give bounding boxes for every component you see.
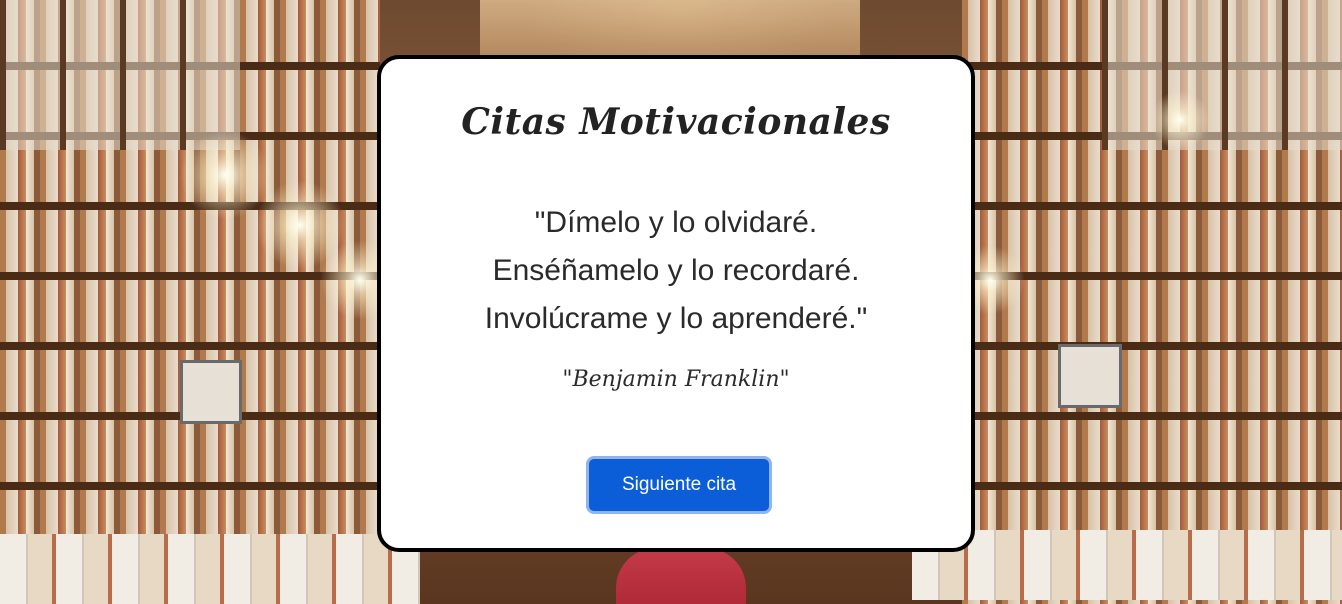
quote-line: "Dímelo y lo olvidaré. [534, 206, 818, 239]
display-sign-right [1058, 344, 1122, 408]
book-table-right [912, 530, 1342, 600]
quote-card: Citas Motivacionales "Dímelo y lo olvida… [377, 55, 975, 552]
next-quote-button[interactable]: Siguiente cita [586, 456, 772, 514]
quote-line: Enséñamelo y lo recordaré. [492, 254, 860, 287]
quote-author: "Benjamin Franklin" [562, 367, 790, 392]
ceiling-decoration [480, 0, 860, 60]
page-title: Citas Motivacionales [461, 101, 891, 143]
book-table-left [0, 534, 420, 604]
quote-text: "Dímelo y lo olvidaré. Enséñamelo y lo r… [416, 199, 936, 343]
left-glass-cabinets [0, 0, 240, 150]
quote-line: Involúcrame y lo aprenderé." [484, 302, 868, 335]
light-glow [180, 130, 270, 220]
light-glow [1150, 90, 1210, 150]
red-staircase [616, 548, 746, 604]
display-sign-left [180, 360, 242, 424]
right-glass-cabinets [1102, 0, 1342, 150]
